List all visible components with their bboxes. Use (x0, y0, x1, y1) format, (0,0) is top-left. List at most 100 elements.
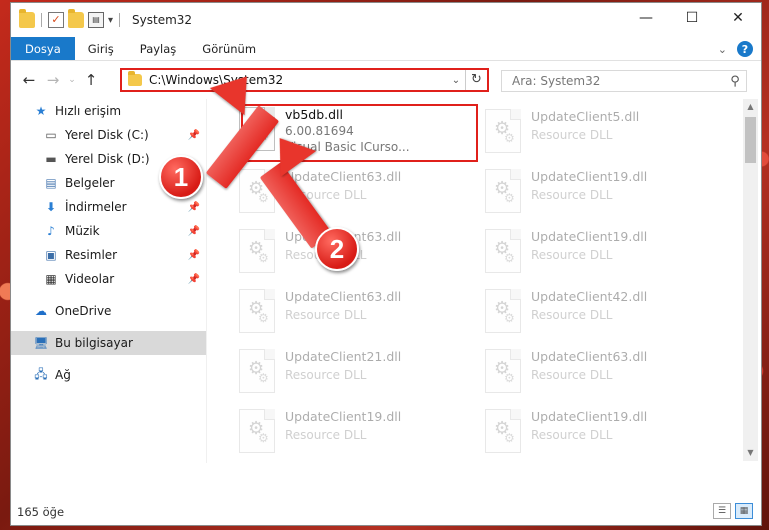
dll-file-icon: ⚙⚙ (481, 229, 525, 279)
video-icon: ▦ (45, 272, 57, 286)
pin-icon[interactable]: 📌 (188, 226, 200, 237)
file-type: Resource DLL (531, 188, 613, 202)
recent-dropdown-icon[interactable]: ⌄ (65, 75, 79, 85)
pin-icon[interactable]: 📌 (188, 202, 200, 213)
network-icon: 🖧 (34, 366, 48, 381)
file-item[interactable]: ⚙⚙ UpdateClient63.dll Resource DLL (477, 343, 717, 403)
file-item[interactable]: ⚙ ⚙ UpdateClient19.dll Resource DLL (477, 403, 717, 463)
file-name: UpdateClient5.dll (531, 109, 640, 124)
file-item[interactable]: ⚙ ⚙ UpdateClient42.dll Resource DLL (477, 283, 717, 343)
file-name: UpdateClient63.dll (285, 169, 402, 184)
sidebar-item-label: Hızlı erişim (55, 104, 122, 118)
sidebar-item-pictures[interactable]: ▣ Resimler 📌 (11, 243, 206, 267)
step-badge-1: 1 (159, 155, 203, 199)
scroll-up-icon[interactable]: ▲ (743, 99, 758, 115)
file-item[interactable]: ⚙⚙ UpdateClient63.dll Resource DLL (231, 283, 471, 343)
file-type: Resource DLL (531, 428, 613, 442)
sidebar-item-label: OneDrive (55, 304, 112, 318)
drive-icon: ▭ (45, 128, 57, 142)
dll-file-icon: ⚙⚙ (481, 409, 525, 459)
cloud-icon: ☁ (35, 304, 47, 318)
file-type: Resource DLL (531, 308, 613, 322)
refresh-button[interactable]: ↻ (465, 70, 487, 90)
customize-icon[interactable]: ▤ (88, 12, 104, 28)
close-button[interactable]: ✕ (715, 3, 761, 33)
file-name: UpdateClient63.dll (285, 289, 402, 304)
scroll-thumb[interactable] (745, 117, 756, 163)
computer-icon: 🖥 (33, 336, 49, 350)
maximize-button[interactable]: ☐ (669, 3, 715, 33)
search-placeholder: Ara: System32 (512, 74, 601, 88)
sidebar-item-onedrive[interactable]: ☁ OneDrive (11, 299, 206, 323)
step-badge-2: 2 (315, 227, 359, 271)
details-view-icon[interactable]: ☰ (713, 503, 731, 519)
dll-file-icon: ⚙⚙ (235, 289, 279, 339)
download-icon: ⬇ (45, 200, 57, 214)
pin-icon[interactable]: 📌 (188, 130, 200, 141)
tab-view[interactable]: Görünüm (189, 37, 269, 60)
sidebar-item-label: Ağ (55, 368, 71, 382)
sidebar-item-network[interactable]: 🖧 Ağ (11, 363, 206, 387)
star-icon: ★ (35, 104, 47, 118)
new-folder-icon[interactable] (68, 9, 84, 28)
music-icon: ♪ (47, 224, 55, 238)
file-name: UpdateClient19.dll (531, 229, 648, 244)
file-item[interactable]: ⚙ ⚙ UpdateClient19.dll Resource DLL (477, 223, 717, 283)
file-name: UpdateClient42.dll (531, 289, 648, 304)
file-name: UpdateClient63.dll (531, 349, 648, 364)
toolbar-divider (41, 13, 42, 27)
dll-file-icon: ⚙⚙ (481, 169, 525, 219)
sidebar-item-label: Müzik (65, 224, 100, 238)
scroll-down-icon[interactable]: ▼ (743, 445, 758, 461)
title-bar: ✓ ▤ ▾ System32 — ☐ ✕ (11, 3, 761, 37)
ribbon-tabs: Dosya Giriş Paylaş Görünüm ⌄ ? (11, 37, 761, 61)
dll-file-icon: ⚙⚙ (481, 289, 525, 339)
help-icon[interactable]: ? (737, 41, 753, 57)
tab-file[interactable]: Dosya (11, 37, 75, 60)
minimize-button[interactable]: — (623, 3, 669, 33)
file-name: UpdateClient19.dll (531, 169, 648, 184)
sidebar-item-videos[interactable]: ▦ Videolar 📌 (11, 267, 206, 291)
dll-file-icon: ⚙⚙ (481, 349, 525, 399)
window-controls: — ☐ ✕ (623, 3, 761, 33)
sidebar-item-label: Videolar (65, 272, 115, 286)
folder-icon (19, 9, 35, 28)
dll-file-icon: ⚙⚙ (235, 229, 279, 279)
chevron-down-icon[interactable]: ⌄ (447, 75, 465, 86)
pin-icon[interactable]: 📌 (188, 274, 200, 285)
sidebar-item-music[interactable]: ♪ Müzik 📌 (11, 219, 206, 243)
sidebar-item-this-pc[interactable]: 🖥 Bu bilgisayar (11, 331, 206, 355)
window-title: System32 (132, 13, 193, 27)
tab-share[interactable]: Paylaş (127, 37, 190, 60)
file-item[interactable]: ⚙ ⚙ UpdateClient5.dll Resource DLL (477, 103, 717, 163)
sidebar-item-label: Yerel Disk (D:) (65, 152, 150, 166)
address-path[interactable]: C:\Windows\System32 (149, 73, 447, 87)
item-count: 165 öğe (17, 505, 65, 519)
pane-divider[interactable] (206, 99, 207, 463)
sidebar-item-disk-c[interactable]: ▭ Yerel Disk (C:) 📌 (11, 123, 206, 147)
tiles-view-icon[interactable]: ▦ (735, 503, 753, 519)
file-type: Resource DLL (285, 368, 367, 382)
file-item[interactable]: ⚙ ⚙ UpdateClient19.dll Resource DLL (231, 403, 471, 463)
file-item[interactable]: ⚙ ⚙ UpdateClient21.dll Resource DLL (231, 343, 471, 403)
dll-file-icon: ⚙⚙ (235, 409, 279, 459)
file-item[interactable]: ⚙ ⚙ UpdateClient19.dll Resource DLL (477, 163, 717, 223)
tab-home[interactable]: Giriş (75, 37, 127, 60)
properties-check-icon[interactable]: ✓ (48, 12, 64, 28)
back-arrow-icon[interactable]: ← (17, 71, 41, 89)
chevron-down-icon[interactable]: ▾ (108, 15, 113, 26)
up-arrow-icon[interactable]: ↑ (79, 71, 103, 89)
address-row: ← → ⌄ ↑ C:\Windows\System32 ⌄ ↻ Ara: Sys… (11, 61, 761, 99)
sidebar-item-label: Bu bilgisayar (55, 336, 133, 350)
search-input[interactable]: Ara: System32 ⚲ (501, 70, 747, 92)
file-type: Resource DLL (531, 248, 613, 262)
file-name: UpdateClient19.dll (531, 409, 648, 424)
forward-arrow-icon[interactable]: → (41, 71, 65, 89)
file-type: Resource DLL (285, 308, 367, 322)
search-icon[interactable]: ⚲ (724, 74, 746, 89)
sidebar-item-quick-access[interactable]: ★ Hızlı erişim (11, 99, 206, 123)
pin-icon[interactable]: 📌 (188, 250, 200, 261)
vertical-scrollbar[interactable]: ▲ ▼ (743, 99, 758, 461)
address-bar[interactable]: C:\Windows\System32 ⌄ ↻ (120, 68, 489, 92)
expand-ribbon-icon[interactable]: ⌄ (718, 43, 727, 56)
